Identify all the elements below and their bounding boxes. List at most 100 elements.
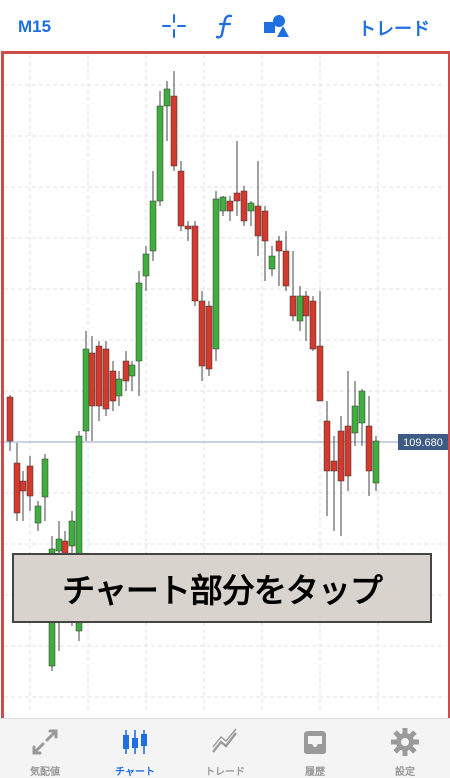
candle: [13, 443, 21, 521]
candle-body: [365, 425, 373, 472]
instruction-callout: チャート部分をタップ: [12, 553, 432, 623]
candle: [282, 231, 290, 291]
candle-body: [142, 253, 150, 277]
candle-body: [205, 305, 213, 370]
candle-body: [372, 440, 380, 484]
candle: [226, 196, 234, 221]
candle: [109, 361, 117, 411]
crosshair-icon[interactable]: [160, 12, 188, 40]
candle-body: [337, 430, 345, 482]
candlestick-icon: [123, 730, 147, 754]
candle: [128, 361, 136, 391]
candle: [102, 341, 110, 416]
candle-body: [170, 95, 178, 167]
candle: [95, 341, 103, 421]
candle-body: [261, 210, 269, 242]
candle: [41, 454, 49, 521]
candle-body: [34, 505, 42, 524]
candle-body: [351, 405, 359, 434]
candle-body: [95, 345, 103, 407]
history-icon: [304, 731, 326, 754]
trade-link[interactable]: トレード: [358, 15, 430, 41]
tab-label: 履歴: [305, 767, 325, 778]
candle: [135, 271, 143, 396]
candle: [88, 336, 96, 441]
candle: [34, 501, 42, 531]
candle-body: [247, 202, 255, 212]
candle-body: [6, 396, 14, 442]
candle: [219, 196, 227, 216]
function-icon[interactable]: [212, 12, 240, 40]
candle: [122, 351, 130, 391]
candle: [261, 206, 269, 281]
timeframe-button[interactable]: M15: [18, 17, 51, 37]
candle-body: [219, 196, 227, 212]
candle-body: [68, 520, 76, 547]
candle-body: [275, 240, 283, 252]
candle-body: [184, 225, 192, 230]
candle: [372, 436, 380, 491]
objects-icon[interactable]: [262, 12, 290, 40]
candle: [82, 331, 90, 441]
candle: [344, 371, 352, 491]
candle: [275, 236, 283, 286]
candle-body: [358, 390, 366, 424]
candle-body: [323, 420, 331, 472]
candle: [240, 186, 248, 226]
candle-body: [135, 282, 143, 362]
candle: [19, 471, 27, 521]
candle: [254, 161, 262, 256]
candle-body: [109, 370, 117, 402]
tab-label: チャート: [115, 767, 155, 778]
candle: [337, 416, 345, 536]
candle-body: [344, 425, 352, 477]
candle: [323, 401, 331, 516]
candle: [358, 389, 366, 446]
tab-chart[interactable]: チャート: [90, 723, 180, 778]
quotes-icon: [32, 729, 58, 755]
candle-body: [191, 225, 199, 302]
candle-body: [163, 88, 171, 107]
candle: [233, 141, 241, 216]
tab-history[interactable]: 履歴: [270, 723, 360, 778]
candle: [289, 251, 297, 321]
tab-trade[interactable]: トレード: [180, 723, 270, 778]
candle-body: [115, 378, 123, 397]
tab-label: 気配値: [30, 767, 60, 778]
candle-body: [254, 205, 262, 237]
candle: [212, 191, 220, 361]
candle: [26, 456, 34, 511]
candle-body: [149, 200, 157, 252]
candle-body: [289, 295, 297, 317]
price-label: 109.680: [403, 437, 443, 449]
candle-body: [268, 255, 276, 270]
instruction-text: チャート部分をタップ: [62, 571, 383, 610]
candle: [156, 91, 164, 206]
candle-body: [309, 300, 317, 350]
candle-body: [316, 345, 324, 402]
candle: [163, 81, 171, 141]
candle: [205, 301, 213, 376]
tab-label: 設定: [395, 767, 415, 778]
candle-body: [128, 364, 136, 377]
candle: [149, 171, 157, 261]
tab-bar: 気配値 チャート トレード 履歴 設定: [0, 718, 450, 778]
candle: [330, 436, 338, 531]
candle-body: [198, 300, 206, 367]
candle-body: [212, 198, 220, 350]
candle-body: [13, 462, 21, 514]
tab-settings[interactable]: 設定: [360, 723, 450, 778]
candle-body: [282, 250, 290, 287]
candle: [296, 286, 304, 331]
candle: [309, 296, 317, 351]
top-bar: M15 トレード: [0, 0, 450, 50]
tab-quotes[interactable]: 気配値: [0, 723, 90, 778]
candle-body: [26, 465, 34, 497]
candle-body: [122, 360, 130, 382]
candle: [177, 161, 185, 231]
candle-body: [102, 348, 110, 410]
candle: [170, 71, 178, 171]
trade-icon: [212, 728, 237, 753]
candle-body: [55, 538, 63, 552]
candle-body: [82, 348, 90, 432]
